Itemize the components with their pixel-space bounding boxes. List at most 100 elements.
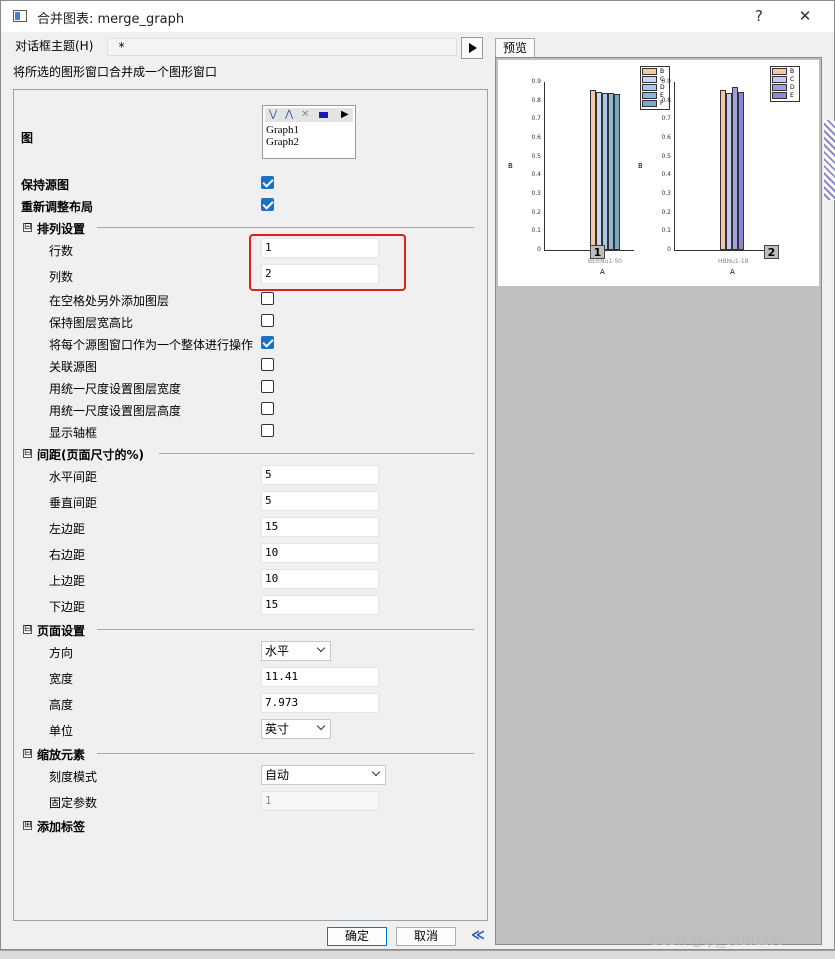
legend-swatch [772,84,787,91]
tab-preview[interactable]: 预览 [495,38,535,58]
spacing-expander[interactable]: ⊟ [23,449,32,458]
graph-list-item[interactable]: Graph1 [266,124,299,136]
keep-source-label: 保持源图 [21,178,70,192]
legend-label: B [660,68,665,75]
legend-label: E [790,92,794,99]
layer-badge: 2 [764,245,779,259]
fixed-param-label: 固定参数 [49,796,98,810]
theme-menu-arrow-icon[interactable] [461,37,483,59]
unit-value: 英寸 [265,722,290,736]
csdn-watermark: CSDN @qq_38101208 [650,933,784,948]
v-gap-label: 垂直间距 [49,496,98,510]
width-label: 宽度 [49,672,74,686]
right-margin-input[interactable]: 10 [261,543,379,563]
arrange-divider [97,227,474,228]
y-tick-label: 0.8 [661,96,671,104]
y-tick-label: 0.2 [531,208,541,216]
y-tick-label: 0 [667,246,671,253]
show-frame-checkbox[interactable] [261,424,274,437]
bottom-margin-label: 下边距 [49,600,86,614]
graph-list-item[interactable]: Graph2 [266,136,299,148]
scale-header: 缩放元素 [37,748,86,762]
help-button[interactable]: ? [747,5,771,27]
scale-expander[interactable]: ⊟ [23,749,32,758]
y-tick-label: 0.8 [531,96,541,104]
top-margin-input[interactable]: 10 [261,569,379,589]
ok-button[interactable]: 确定 [327,927,387,946]
dialog-description: 将所选的图形窗口合并成一个图形窗口 [13,65,218,79]
collapse-preview-icon[interactable]: ≪ [468,927,488,946]
x-axis-label: A [600,268,605,276]
title-bar: 合并图表: merge_graph ? ✕ [1,1,834,32]
move-down-icon[interactable]: ⋁ [269,108,277,122]
legend-label: C [790,76,795,83]
move-up-icon[interactable]: ⋀ [285,108,293,122]
keep-source-checkbox[interactable] [261,176,274,189]
orientation-label: 方向 [49,646,74,660]
legend-label: B [790,68,795,75]
spacing-divider [159,453,474,454]
graphs-label: 图 [21,131,34,145]
spacing-header: 间距(页面尺寸的%) [37,448,144,462]
app-icon [13,10,27,22]
treat-whole-label: 将每个源图窗口作为一个整体进行操作 [49,338,254,352]
relayout-checkbox[interactable] [261,198,274,211]
legend-swatch [772,68,787,75]
x-axis-line [674,250,764,251]
unit-select[interactable]: 英寸 [261,719,331,739]
preview-canvas: 0.9 0.8 0.7 0.6 0.5 0.4 0.3 0.2 0.1 0 B A BERNu1-50 B… [498,60,819,286]
height-input[interactable]: 7.973 [261,693,379,713]
orientation-select[interactable]: 水平 [261,641,331,661]
cancel-button[interactable]: 取消 [396,927,456,946]
y-tick-label: 0.3 [531,190,541,197]
add-layer-label: 在空格处另外添加图层 [49,294,170,308]
highlight-annotation [249,234,406,291]
bottom-margin-input[interactable]: 15 [261,595,379,615]
x-category-label: HBNu1-18 [718,258,749,265]
keep-ratio-checkbox[interactable] [261,314,274,327]
width-input[interactable]: 11.41 [261,667,379,687]
cols-label: 列数 [49,270,74,284]
y-tick-label: 0.3 [661,190,671,197]
treat-whole-checkbox[interactable] [261,336,274,349]
page-expander[interactable]: ⊟ [23,625,32,634]
y-tick-label: 0.4 [531,171,541,179]
y-tick-label: 0.6 [531,134,541,141]
left-margin-input[interactable]: 15 [261,517,379,537]
right-margin-label: 右边距 [49,548,86,562]
h-gap-input[interactable]: 5 [261,465,379,485]
arrange-expander[interactable]: ⊟ [23,223,32,232]
y-axis-line [674,82,675,250]
preview-panel: 0.9 0.8 0.7 0.6 0.5 0.4 0.3 0.2 0.1 0 B A BERNu1-50 B… [495,57,822,945]
add-labels-header: 添加标签 [37,820,86,834]
uniform-width-label: 用统一尺度设置图层宽度 [49,382,182,396]
graph-list-box[interactable]: ⋁ ⋀ ✕ ▶ Graph1 Graph2 [262,105,356,159]
tick-mode-select[interactable]: 自动 [261,765,386,785]
uniform-height-checkbox[interactable] [261,402,274,415]
play-icon[interactable]: ▶ [341,108,349,122]
dialog-theme-label: 对话框主题(H) [15,39,94,53]
select-icon[interactable] [319,112,328,118]
y-tick-label: 0.7 [661,115,671,123]
dialog-theme-field[interactable]: * [107,38,457,56]
legend-label: D [790,84,795,91]
x-axis-line [544,250,634,251]
rows-label: 行数 [49,244,74,258]
bar [614,94,620,250]
keep-ratio-label: 保持图层宽高比 [49,316,134,330]
chevron-down-icon [316,643,326,653]
remove-icon[interactable]: ✕ [301,108,309,122]
y-tick-label: 0.9 [531,78,541,85]
left-margin-label: 左边距 [49,522,86,536]
y-tick-label: 0.2 [661,208,671,216]
labels-expander[interactable]: ⊞ [23,821,32,830]
uniform-width-checkbox[interactable] [261,380,274,393]
v-gap-input[interactable]: 5 [261,491,379,511]
legend-swatch [642,68,657,75]
link-source-checkbox[interactable] [261,358,274,371]
legend-swatch [642,84,657,91]
close-button[interactable]: ✕ [793,5,817,27]
relayout-label: 重新调整布局 [21,200,94,214]
add-layer-checkbox[interactable] [261,292,274,305]
chevron-down-icon [316,721,326,731]
